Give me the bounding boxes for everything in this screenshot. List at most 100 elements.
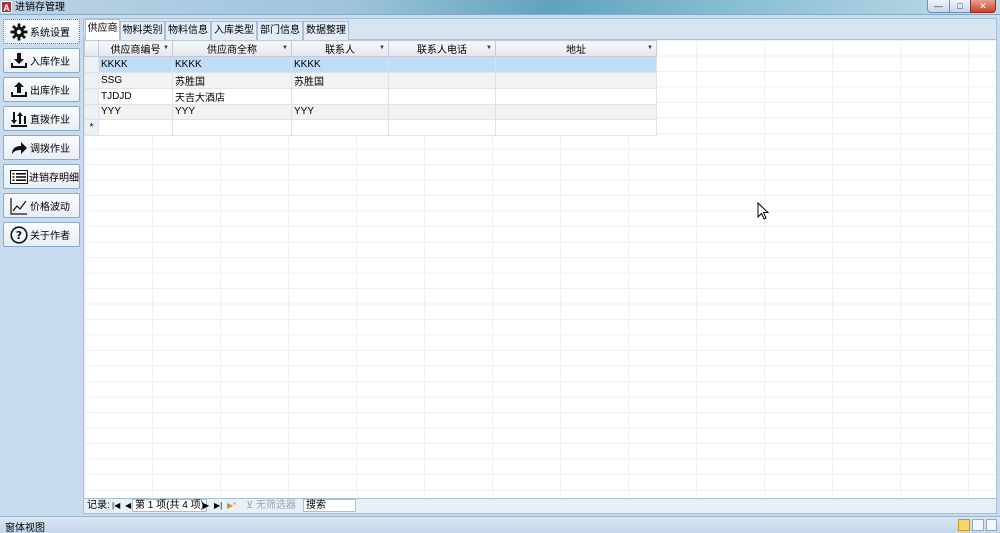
nav-label: 直拨作业: [30, 115, 70, 126]
no-filter-label[interactable]: 无筛选器: [256, 499, 296, 513]
cell-address[interactable]: [495, 87, 657, 105]
nav-inventory-detail-button[interactable]: 进销存明细: [3, 164, 80, 189]
supplier-datasheet: 供应商编号 ▼ 供应商全称 ▼ 联系人 ▼ 联系人电话 ▼ 地址 ▼ KKKK KKKK …: [84, 40, 657, 136]
line-chart-icon: [9, 196, 29, 216]
nav-label: 关于作者: [30, 231, 70, 242]
nav-stock-out-button[interactable]: 出库作业: [3, 77, 80, 102]
nav-allocation-button[interactable]: 调拨作业: [3, 135, 80, 160]
cell-contact-phone[interactable]: [388, 103, 496, 120]
left-navigation: 系统设置 入库作业 出库作业 直拨作业 调拨作业 进销存明细 价格波动 ? 关于…: [0, 15, 83, 515]
nav-about-author-button[interactable]: ? 关于作者: [3, 222, 80, 247]
cell-supplier-code[interactable]: YYY: [98, 103, 173, 120]
cell-supplier-code[interactable]: SSG: [98, 71, 173, 89]
tab-material-category[interactable]: 物料类别: [120, 21, 165, 40]
sort-dropdown-icon[interactable]: ▼: [163, 42, 169, 56]
cell-address[interactable]: [495, 103, 657, 120]
datasheet-area: 供应商编号 ▼ 供应商全称 ▼ 联系人 ▼ 联系人电话 ▼ 地址 ▼ KKKK KKKK …: [84, 40, 996, 497]
cell-supplier-name[interactable]: 苏胜国: [172, 71, 292, 89]
form-view-icon[interactable]: [958, 519, 970, 531]
tab-stock-in-type[interactable]: 入库类型: [211, 21, 257, 40]
cell-supplier-code[interactable]: KKKK: [98, 56, 173, 73]
row-selector[interactable]: [84, 56, 99, 73]
cell-contact[interactable]: KKKK: [291, 56, 389, 73]
nav-label: 出库作业: [30, 86, 70, 97]
cell-supplier-name[interactable]: 天吉大酒店: [172, 87, 292, 105]
nav-system-settings-button[interactable]: 系统设置: [3, 19, 80, 44]
column-header-supplier-code[interactable]: 供应商编号 ▼: [98, 40, 173, 57]
select-all-corner[interactable]: [84, 40, 99, 57]
tab-department-info[interactable]: 部门信息: [257, 21, 303, 40]
next-record-button[interactable]: ▶: [203, 499, 209, 513]
column-header-supplier-name[interactable]: 供应商全称 ▼: [172, 40, 292, 57]
cell-contact[interactable]: 苏胜国: [291, 71, 389, 89]
record-position-field[interactable]: 第 1 项(共 4 项): [132, 499, 207, 512]
tab-data-maintenance[interactable]: 数据整理: [303, 21, 349, 40]
nav-stock-in-button[interactable]: 入库作业: [3, 48, 80, 73]
svg-text:?: ?: [16, 229, 22, 242]
minimize-button[interactable]: —: [927, 0, 950, 13]
row-selector[interactable]: [84, 87, 99, 105]
tab-material-info[interactable]: 物料信息: [165, 21, 211, 40]
nav-label: 调拨作业: [30, 144, 70, 155]
tab-supplier[interactable]: 供应商: [85, 19, 120, 41]
new-cell[interactable]: [98, 119, 173, 136]
sort-dropdown-icon[interactable]: ▼: [647, 42, 653, 56]
cell-address[interactable]: [495, 71, 657, 89]
row-selector[interactable]: [84, 71, 99, 89]
nav-label: 系统设置: [30, 28, 70, 39]
cell-contact[interactable]: YYY: [291, 103, 389, 120]
nav-direct-transfer-button[interactable]: 直拨作业: [3, 106, 80, 131]
new-cell[interactable]: [495, 119, 657, 136]
sort-dropdown-icon[interactable]: ▼: [282, 42, 288, 56]
table-row[interactable]: KKKK KKKK KKKK: [84, 56, 657, 73]
column-header-contact[interactable]: 联系人 ▼: [291, 40, 389, 57]
transfer-arrows-icon: [9, 109, 29, 129]
new-cell[interactable]: [172, 119, 292, 136]
datasheet-view-icon[interactable]: [972, 519, 984, 531]
table-row[interactable]: TJDJD 天吉大酒店: [84, 87, 657, 105]
new-record-marker: *: [84, 119, 99, 136]
column-header-contact-phone[interactable]: 联系人电话 ▼: [388, 40, 496, 57]
help-icon: ?: [9, 225, 29, 245]
row-selector[interactable]: [84, 103, 99, 120]
sort-dropdown-icon[interactable]: ▼: [379, 42, 385, 56]
nav-price-trend-button[interactable]: 价格波动: [3, 193, 80, 218]
download-icon: [9, 51, 29, 71]
search-box[interactable]: 搜索: [303, 499, 356, 512]
cell-contact-phone[interactable]: [388, 56, 496, 73]
gear-icon: [9, 22, 29, 42]
redo-arrow-icon: [9, 138, 29, 158]
mouse-cursor-icon: [757, 202, 769, 220]
nav-label: 价格波动: [30, 202, 70, 213]
new-record-row[interactable]: *: [84, 119, 657, 136]
cell-supplier-name[interactable]: YYY: [172, 103, 292, 120]
nav-label: 入库作业: [30, 57, 70, 68]
table-row[interactable]: SSG 苏胜国 苏胜国: [84, 71, 657, 89]
layout-view-icon[interactable]: [986, 519, 997, 531]
window-title: 进销存管理: [15, 2, 65, 13]
sort-dropdown-icon[interactable]: ▼: [486, 42, 492, 56]
cell-address[interactable]: [495, 56, 657, 73]
cell-contact[interactable]: [291, 87, 389, 105]
table-row[interactable]: YYY YYY YYY: [84, 103, 657, 120]
maximize-button[interactable]: □: [949, 0, 971, 13]
upload-icon: [9, 80, 29, 100]
cell-supplier-name[interactable]: KKKK: [172, 56, 292, 73]
cell-supplier-code[interactable]: TJDJD: [98, 87, 173, 105]
main-panel: 供应商 物料类别 物料信息 入库类型 部门信息 数据整理 供应商编号 ▼ 供应商全…: [83, 18, 997, 514]
close-button[interactable]: ✕: [970, 0, 996, 13]
new-cell[interactable]: [291, 119, 389, 136]
new-cell[interactable]: [388, 119, 496, 136]
prev-record-button[interactable]: ◀: [125, 499, 131, 513]
first-record-button[interactable]: |◀: [112, 499, 120, 513]
cell-contact-phone[interactable]: [388, 87, 496, 105]
list-icon: [9, 167, 28, 187]
access-app-icon: A: [1, 1, 12, 13]
record-navigator: 记录: |◀ ◀ 第 1 项(共 4 项) ▶ ▶| ▶* ⊻ 无筛选器 搜索: [84, 498, 996, 513]
new-record-button[interactable]: ▶*: [227, 499, 236, 513]
cell-contact-phone[interactable]: [388, 71, 496, 89]
last-record-button[interactable]: ▶|: [214, 499, 222, 513]
record-label: 记录:: [87, 500, 110, 511]
nav-label: 进销存明细: [29, 173, 79, 184]
column-header-address[interactable]: 地址 ▼: [495, 40, 657, 57]
